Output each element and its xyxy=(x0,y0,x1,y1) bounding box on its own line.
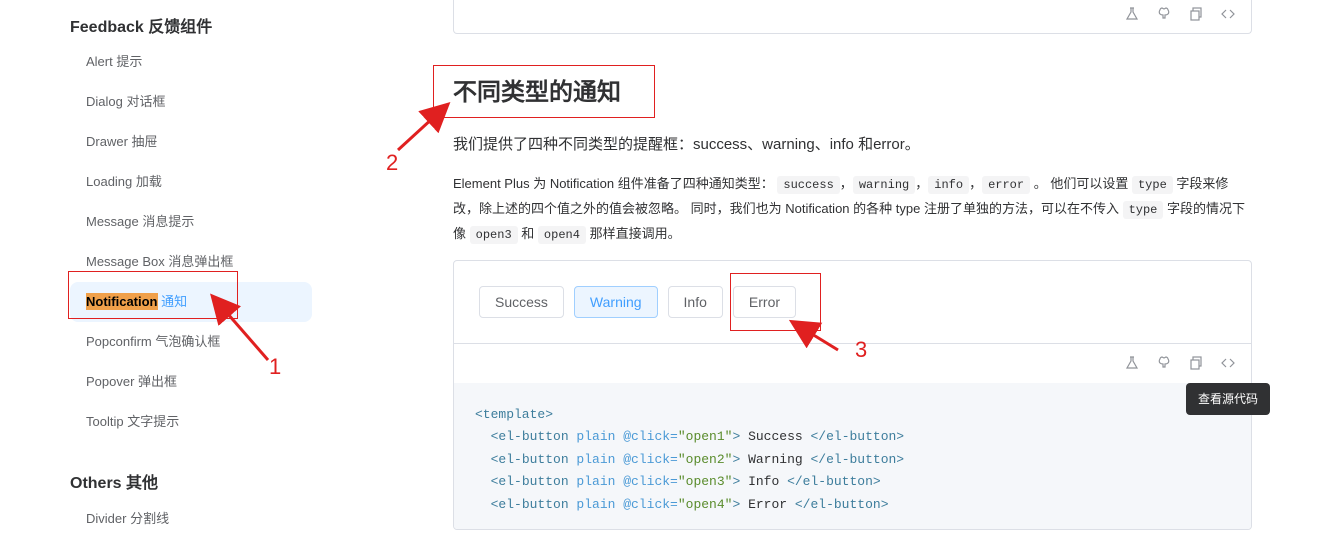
annotation-number-1: 1 xyxy=(269,354,282,379)
annotation-arrow-3 xyxy=(788,319,839,352)
annotation-number-2: 2 xyxy=(386,150,399,175)
annotation-arrow-2 xyxy=(396,101,451,152)
annotation-number-3: 3 xyxy=(855,337,868,362)
annotation-arrow-1 xyxy=(210,293,270,361)
annotation-arrows xyxy=(210,101,839,361)
